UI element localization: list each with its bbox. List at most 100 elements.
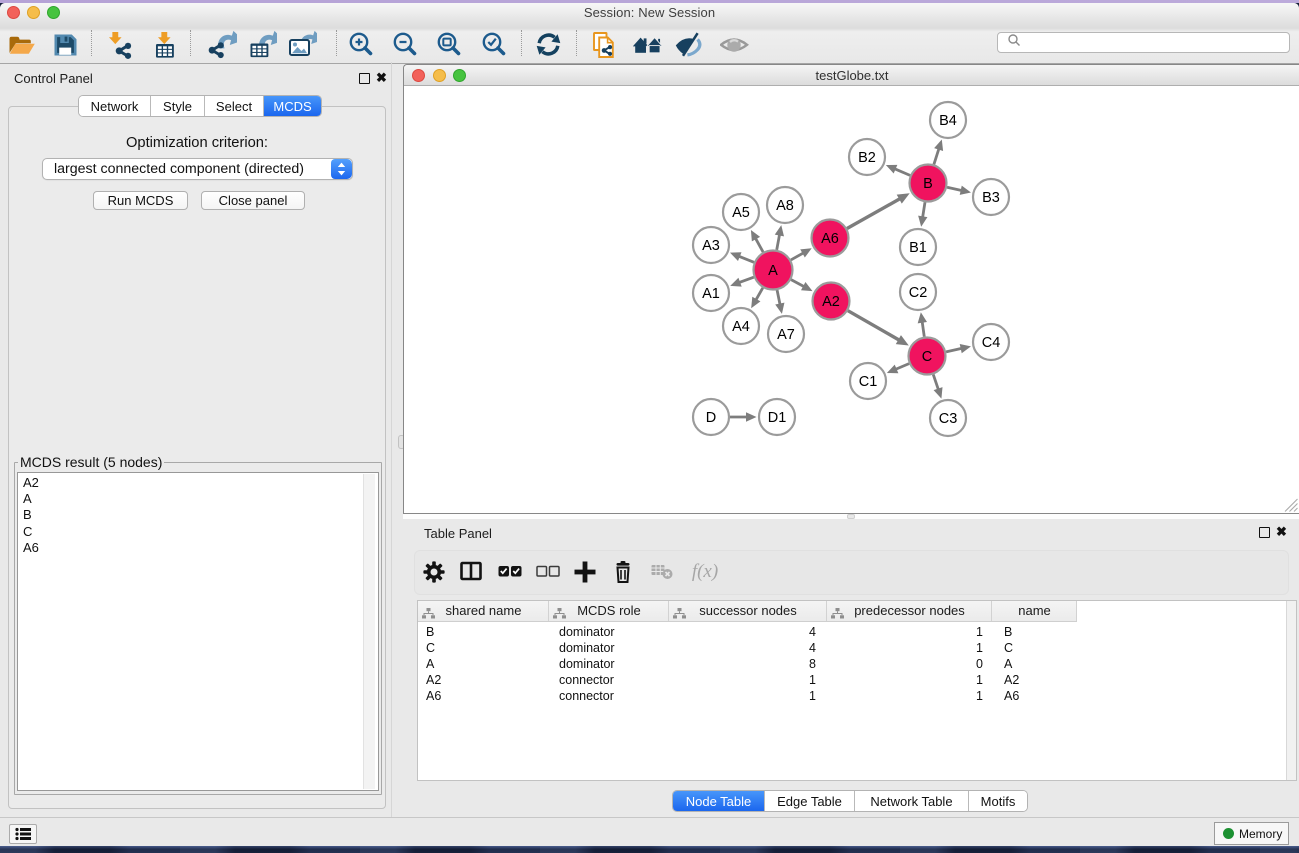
graph-edge-B-B1[interactable]	[918, 202, 927, 226]
import-table-button[interactable]	[148, 29, 180, 59]
table-cell[interactable]: A6	[992, 688, 1077, 704]
graph-node-C2[interactable]: C2	[900, 274, 936, 310]
graph-node-B3[interactable]: B3	[973, 179, 1009, 215]
table-cell[interactable]: A	[992, 656, 1077, 672]
table-cell[interactable]: 4	[669, 624, 827, 640]
table-cell[interactable]: C	[992, 640, 1077, 656]
mcds-result-item[interactable]: A6	[18, 540, 378, 556]
graph-node-C4[interactable]: C4	[973, 324, 1009, 360]
table-cell[interactable]: A2	[418, 672, 549, 688]
graph-edge-A6-B[interactable]	[847, 193, 910, 228]
graph-node-A1[interactable]: A1	[693, 275, 729, 311]
graph-node-A8[interactable]: A8	[767, 187, 803, 223]
graph-edge-A-A5[interactable]	[751, 230, 763, 252]
table-cell[interactable]: connector	[549, 672, 669, 688]
graph-edge-A-A6[interactable]	[791, 248, 812, 260]
column-header-successor-nodes[interactable]: successor nodes	[669, 601, 827, 621]
control-panel-float-button[interactable]	[359, 73, 370, 84]
graph-node-B1[interactable]: B1	[900, 229, 936, 265]
graph-edge-A-A1[interactable]	[730, 277, 754, 286]
mcds-result-item[interactable]: A2	[18, 473, 378, 491]
table-row-C[interactable]: Cdominator41C	[418, 640, 1078, 656]
graph-edge-C-C3[interactable]	[933, 374, 942, 398]
split-view-button[interactable]	[459, 560, 485, 584]
show-all-button[interactable]	[632, 29, 664, 59]
show-selected-button[interactable]	[719, 29, 751, 59]
graph-node-C3[interactable]: C3	[930, 400, 966, 436]
close-panel-button[interactable]: Close panel	[201, 191, 305, 210]
graph-edge-B-B3[interactable]	[947, 186, 971, 195]
mcds-result-item[interactable]: A	[18, 491, 378, 507]
table-cell[interactable]: 4	[669, 640, 827, 656]
deselect-all-button[interactable]	[535, 560, 561, 584]
column-header-predecessor-nodes[interactable]: predecessor nodes	[827, 601, 992, 621]
export-network-button[interactable]	[206, 29, 238, 59]
column-header-MCDS-role[interactable]: MCDS role	[549, 601, 669, 621]
graph-edge-C-C4[interactable]	[946, 344, 971, 353]
tab-style[interactable]: Style	[151, 96, 205, 116]
table-cell[interactable]: B	[418, 624, 549, 640]
graph-node-D1[interactable]: D1	[759, 399, 795, 435]
memory-button[interactable]: Memory	[1214, 822, 1289, 845]
table-cell[interactable]: dominator	[549, 624, 669, 640]
tab-edge-table[interactable]: Edge Table	[765, 791, 855, 811]
graph-edge-A-A2[interactable]	[791, 280, 812, 291]
graph-edge-A-A3[interactable]	[730, 252, 754, 262]
column-header-name[interactable]: name	[992, 601, 1077, 621]
refresh-button[interactable]	[533, 29, 565, 59]
graph-node-C1[interactable]: C1	[850, 363, 886, 399]
table-panel-float-button[interactable]	[1259, 527, 1270, 538]
open-session-button[interactable]	[588, 29, 620, 59]
table-cell[interactable]: 1	[827, 688, 992, 704]
zoom-fit-button[interactable]	[433, 29, 465, 59]
table-row-B[interactable]: Bdominator41B	[418, 624, 1078, 640]
zoom-in-button[interactable]	[345, 29, 377, 59]
run-mcds-button[interactable]: Run MCDS	[93, 191, 188, 210]
table-cell[interactable]: dominator	[549, 656, 669, 672]
graph-edge-B-B4[interactable]	[934, 140, 943, 165]
table-cell[interactable]: 8	[669, 656, 827, 672]
table-cell[interactable]: dominator	[549, 640, 669, 656]
column-header-shared-name[interactable]: shared name	[418, 601, 549, 621]
search-input[interactable]	[1021, 36, 1289, 50]
resize-grip-icon[interactable]	[1284, 498, 1298, 512]
graph-node-B[interactable]: B	[910, 165, 947, 202]
task-history-button[interactable]	[9, 824, 37, 844]
tab-network-table[interactable]: Network Table	[855, 791, 969, 811]
table-cell[interactable]: B	[992, 624, 1077, 640]
result-list-scrollbar[interactable]	[363, 474, 375, 789]
import-network-button[interactable]	[103, 29, 135, 59]
graph-node-B2[interactable]: B2	[849, 139, 885, 175]
save-session-button[interactable]	[49, 29, 81, 59]
select-all-button[interactable]	[497, 560, 523, 584]
control-panel-close-button[interactable]: ✖	[376, 72, 387, 83]
tab-mcds[interactable]: MCDS	[264, 96, 321, 116]
table-panel-close-button[interactable]: ✖	[1276, 526, 1287, 537]
table-cell[interactable]: connector	[549, 688, 669, 704]
table-cell[interactable]: A2	[992, 672, 1077, 688]
search-field[interactable]	[997, 32, 1290, 53]
table-cell[interactable]: 1	[669, 688, 827, 704]
table-cell[interactable]: C	[418, 640, 549, 656]
graph-edge-C-C2[interactable]	[918, 312, 927, 336]
table-cell[interactable]: 1	[669, 672, 827, 688]
export-table-button[interactable]	[246, 29, 278, 59]
zoom-selected-button[interactable]	[478, 29, 510, 59]
graph-node-A6[interactable]: A6	[812, 220, 849, 257]
table-cell[interactable]: 1	[827, 640, 992, 656]
graph-node-D[interactable]: D	[693, 399, 729, 435]
criterion-dropdown[interactable]: largest connected component (directed)	[42, 158, 353, 180]
table-row-A6[interactable]: A6connector11A6	[418, 688, 1078, 704]
graph-node-B4[interactable]: B4	[930, 102, 966, 138]
tab-motifs[interactable]: Motifs	[969, 791, 1027, 811]
table-cell[interactable]: 1	[827, 672, 992, 688]
tab-select[interactable]: Select	[205, 96, 264, 116]
tab-node-table[interactable]: Node Table	[673, 791, 765, 811]
graph-edge-A-A4[interactable]	[751, 288, 763, 308]
mcds-result-list[interactable]: A2ABCA6	[17, 472, 379, 791]
graph-node-A4[interactable]: A4	[723, 308, 759, 344]
graph-node-C[interactable]: C	[909, 338, 946, 375]
hide-selected-button[interactable]	[674, 29, 706, 59]
graph-edge-A-A8[interactable]	[775, 225, 784, 250]
table-cell[interactable]: A6	[418, 688, 549, 704]
